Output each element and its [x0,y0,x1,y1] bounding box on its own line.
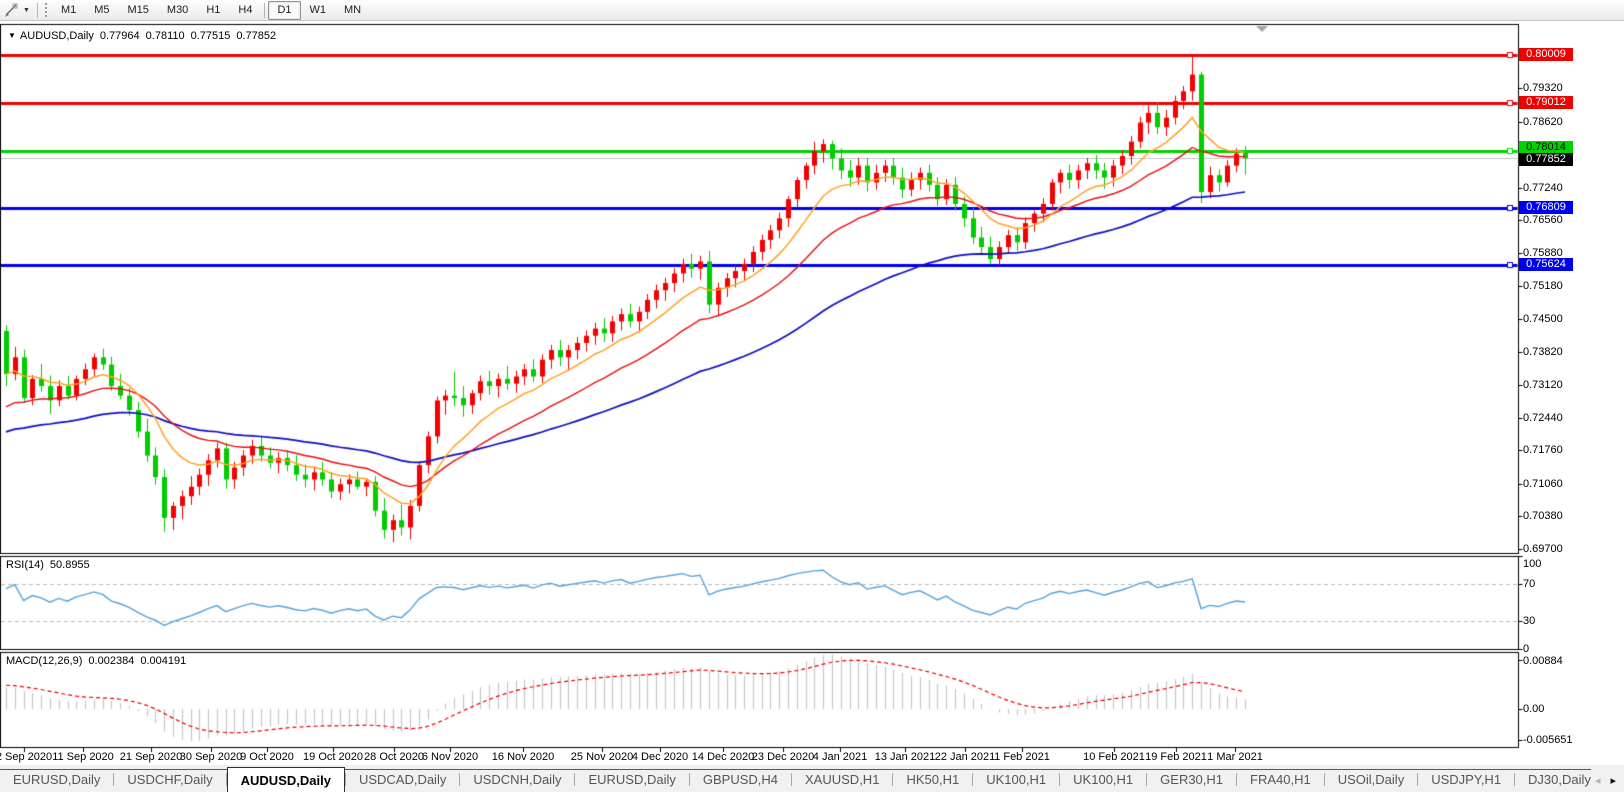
chart-tab-uk100-h1[interactable]: UK100,H1 [973,767,1059,792]
rsi-value: 50.8955 [50,559,90,571]
price-tick-label: 0.77240 [1523,182,1563,194]
date-label: 23 Dec 2020 [752,751,814,763]
date-label: 1 Feb 2021 [994,751,1050,763]
toolbar-separator [264,3,265,18]
timeframe-button-m5[interactable]: M5 [85,1,118,20]
date-label: 14 Dec 2020 [692,751,754,763]
level-badge-support[interactable]: 0.76809 [1519,201,1573,214]
date-label: 13 Jan 2021 [875,751,936,763]
level-badge-resistance[interactable]: 0.79012 [1519,96,1573,109]
level-badge-resistance[interactable]: 0.80009 [1519,48,1573,61]
close-value: 0.77852 [236,30,276,42]
symbol-title: AUDUSD,Daily [20,30,94,42]
date-label: 25 Nov 2020 [571,751,633,763]
rsi-tick-label: 30 [1523,615,1535,627]
chart-tab-usdchf-daily[interactable]: USDCHF,Daily [114,767,225,792]
tab-scroll-right-icon[interactable]: ▸ [1610,774,1616,787]
chart-tab-usdcnh-daily[interactable]: USDCNH,Daily [460,767,574,792]
price-tick-label: 0.73120 [1523,379,1563,391]
high-value: 0.78110 [146,30,185,42]
chart-tab-usdcad-daily[interactable]: USDCAD,Daily [346,767,459,792]
price-tick-label: 0.73820 [1523,346,1563,358]
timeframe-button-w1[interactable]: W1 [301,1,336,20]
date-label: 10 Feb 2021 [1083,751,1145,763]
rsi-label: RSI(14) 50.8955 [6,559,90,571]
toolbar-grip[interactable] [44,3,49,17]
rsi-tick-label: 100 [1523,558,1541,570]
price-tick-label: 0.70380 [1523,510,1563,522]
collapse-triangle-icon[interactable]: ▼ [8,31,16,40]
timeframe-button-m1[interactable]: M1 [52,1,85,20]
rsi-tick-label: 70 [1523,578,1535,590]
price-tick-label: 0.71760 [1523,444,1563,456]
date-label: 21 Sep 2020 [120,751,182,763]
rsi-tick-label: 0 [1523,643,1529,655]
chart-tab-usoil-daily[interactable]: USOil,Daily [1325,767,1417,792]
level-badge-current-price[interactable]: 0.77852 [1519,153,1573,166]
date-label: 1 Mar 2021 [1207,751,1263,763]
price-tick-label: 0.69700 [1523,543,1563,555]
tab-scroll-left-icon[interactable]: ◂ [1595,774,1601,787]
chart-tab-uk100-h1[interactable]: UK100,H1 [1060,767,1146,792]
date-label: 9 Oct 2020 [240,751,294,763]
level-badge-support[interactable]: 0.75624 [1519,258,1573,271]
macd-tick-label: 0.00884 [1523,655,1563,667]
date-label: 2 Sep 2020 [0,751,52,763]
timeframe-button-m30[interactable]: M30 [158,1,197,20]
date-label: 22 Jan 2021 [935,751,996,763]
chart-tab-bar: EURUSD,DailyUSDCHF,DailyAUDUSD,DailyUSDC… [0,765,1624,792]
chart-tab-gbpusd-h4[interactable]: GBPUSD,H4 [690,767,791,792]
macd-value: 0.002384 [88,655,134,667]
chart-tab-usdjpy-h1[interactable]: USDJPY,H1 [1418,767,1514,792]
chart-header: ▼ AUDUSD,Daily 0.77964 0.78110 0.77515 0.7785… [8,30,276,42]
date-label: 30 Sep 2020 [180,751,242,763]
macd-signal-value: 0.004191 [140,655,186,667]
date-label: 19 Feb 2021 [1145,751,1207,763]
open-value: 0.77964 [100,30,140,42]
line-tool-icon[interactable] [4,3,19,18]
tab-scroll-arrows: ◂ ▸ [1591,769,1624,792]
chart-tab-audusd-daily[interactable]: AUDUSD,Daily [227,767,345,792]
date-label: 6 Nov 2020 [422,751,478,763]
price-tick-label: 0.71060 [1523,478,1563,490]
chart-tab-xauusd-h1[interactable]: XAUUSD,H1 [792,767,892,792]
date-label: 4 Dec 2020 [632,751,688,763]
price-tick-label: 0.78620 [1523,116,1563,128]
macd-tick-label: -0.005651 [1523,734,1573,746]
chart-tab-eurusd-daily[interactable]: EURUSD,Daily [575,767,688,792]
top-toolbar: ▼ M1M5M15M30H1H4 D1W1MN [0,0,1624,21]
rsi-indicator-name: RSI(14) [6,559,44,571]
macd-label: MACD(12,26,9) 0.002384 0.004191 [6,655,186,667]
timeframe-button-h1[interactable]: H1 [197,1,229,20]
chart-tab-hk50-h1[interactable]: HK50,H1 [893,767,972,792]
date-label: 11 Sep 2020 [52,751,114,763]
price-tick-label: 0.76560 [1523,214,1563,226]
chart-canvas[interactable] [0,0,1624,792]
price-tick-label: 0.79320 [1523,82,1563,94]
tool-dropdown-caret-icon[interactable]: ▼ [23,7,30,14]
date-label: 28 Oct 2020 [364,751,424,763]
macd-tick-label: 0.00 [1523,703,1544,715]
price-tick-label: 0.74500 [1523,313,1563,325]
timeframe-button-d1[interactable]: D1 [268,1,300,20]
level-badge-pivot[interactable]: 0.78014 [1519,141,1573,154]
price-tick-label: 0.75180 [1523,280,1563,292]
toolbar-separator [37,3,38,18]
timeframe-button-mn[interactable]: MN [335,1,370,20]
date-label: 16 Nov 2020 [492,751,554,763]
date-label: 4 Jan 2021 [813,751,867,763]
timeframe-button-m15[interactable]: M15 [119,1,158,20]
chart-tab-eurusd-daily[interactable]: EURUSD,Daily [0,767,113,792]
date-label: 19 Oct 2020 [303,751,363,763]
low-value: 0.77515 [191,30,231,42]
macd-indicator-name: MACD(12,26,9) [6,655,82,667]
chart-tab-ger30-h1[interactable]: GER30,H1 [1147,767,1236,792]
timeframe-button-h4[interactable]: H4 [229,1,261,20]
price-tick-label: 0.75880 [1523,247,1563,259]
chart-tab-fra40-h1[interactable]: FRA40,H1 [1237,767,1324,792]
price-tick-label: 0.72440 [1523,412,1563,424]
